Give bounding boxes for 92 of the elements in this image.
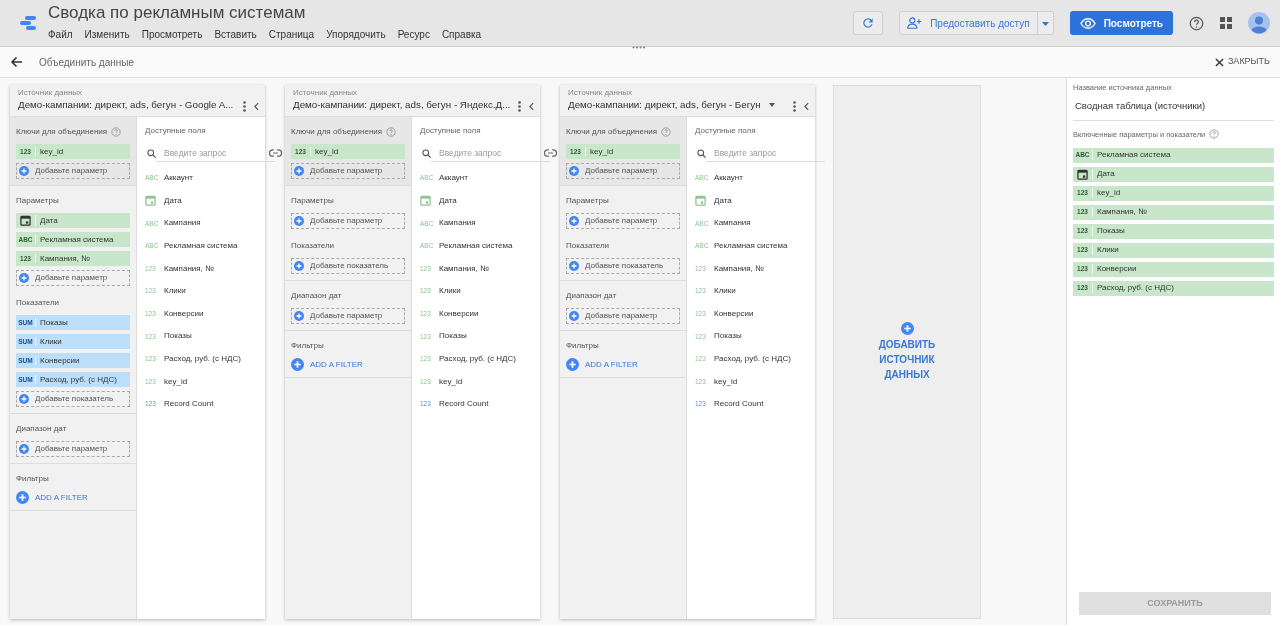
add-filter-button[interactable]: ADD A FILTER: [16, 491, 88, 504]
source-label: Источник данных: [293, 89, 359, 98]
section-title: Фильтры: [291, 340, 324, 352]
section-title: Диапазон дат: [16, 423, 67, 435]
menu-item[interactable]: Страница: [268, 26, 315, 42]
section-title: Фильтры: [566, 340, 599, 352]
field-name[interactable]: Кампания, №: [439, 262, 489, 275]
section-title: Показатели: [16, 297, 60, 309]
share-button[interactable]: Предоставить доступ: [899, 11, 1038, 35]
add-field-button[interactable]: Добавьте параметр: [291, 213, 405, 229]
add-field-button[interactable]: Добавьте параметр: [566, 308, 680, 324]
add-field-button[interactable]: Добавьте параметр: [291, 308, 405, 324]
add-field-button[interactable]: Добавьте параметр: [16, 270, 130, 286]
section-title: Ключи для объединения: [566, 126, 658, 138]
field-name[interactable]: Показы: [164, 330, 192, 343]
field-name[interactable]: Кампания: [164, 217, 201, 230]
add-filter-button[interactable]: ADD A FILTER: [291, 358, 363, 371]
section-title: Показатели: [291, 240, 335, 252]
section-title: Параметры: [16, 195, 59, 207]
add-filter-button[interactable]: ADD A FILTER: [566, 358, 638, 371]
menu-item[interactable]: Ресурс: [397, 26, 430, 42]
field-name[interactable]: Кампания, №: [164, 262, 214, 275]
view-button[interactable]: Посмотреть: [1069, 11, 1173, 35]
field-name[interactable]: Аккаунт: [439, 172, 468, 185]
menu-item[interactable]: Изменить: [84, 26, 130, 42]
section-title: Доступные поля: [420, 125, 482, 137]
field-name[interactable]: key_id: [439, 375, 463, 388]
section-title: Параметры: [291, 195, 334, 207]
field-name[interactable]: Показы: [439, 330, 467, 343]
field-name[interactable]: Кампания, №: [714, 262, 764, 275]
field-name[interactable]: Конверсии: [164, 307, 204, 320]
field-name[interactable]: Дата: [714, 194, 732, 207]
add-field-button[interactable]: Добавьте параметр: [566, 163, 680, 179]
field-name[interactable]: Аккаунт: [714, 172, 743, 185]
field-name[interactable]: Показы: [714, 330, 742, 343]
field-name[interactable]: Рекламная система: [714, 240, 788, 253]
field-name[interactable]: Конверсии: [714, 307, 754, 320]
section-title: Фильтры: [16, 473, 49, 485]
search-field[interactable]: Введите запрос: [706, 145, 825, 162]
field-name[interactable]: Record Count: [714, 398, 764, 411]
field-name[interactable]: Дата: [164, 194, 182, 207]
field-name[interactable]: Конверсии: [439, 307, 479, 320]
source-label: Источник данных: [18, 89, 84, 98]
close-button[interactable]: ЗАКРЫТЬ: [1214, 55, 1270, 69]
field-name[interactable]: Рекламная система: [164, 240, 238, 253]
add-field-button[interactable]: Добавьте параметр: [16, 441, 130, 457]
section-title: Диапазон дат: [566, 290, 617, 302]
section-title: Доступные поля: [145, 125, 207, 137]
field-chip[interactable]: Дата: [1073, 166, 1274, 182]
field-name[interactable]: Расход, руб. (с НДС): [714, 353, 791, 366]
field-chip[interactable]: Дата: [16, 213, 130, 228]
field-name[interactable]: key_id: [714, 375, 738, 388]
field-name[interactable]: Аккаунт: [164, 172, 193, 185]
field-name[interactable]: Клики: [439, 285, 461, 298]
name-field[interactable]: Сводная таблица (источники): [1073, 93, 1274, 121]
menu-item[interactable]: Файл: [48, 26, 73, 42]
add-field-button[interactable]: Добавьте показатель: [16, 391, 130, 407]
add-field-button[interactable]: Добавьте параметр: [16, 163, 130, 179]
field-name[interactable]: Клики: [714, 285, 736, 298]
section-title: Ключи для объединения: [16, 126, 108, 138]
field-name[interactable]: Расход, руб. (с НДС): [164, 353, 241, 366]
section-title: Параметры: [566, 195, 609, 207]
page-title: Объединить данные: [39, 55, 135, 70]
field-name[interactable]: Рекламная система: [439, 240, 513, 253]
add-field-button[interactable]: Добавьте параметр: [291, 163, 405, 179]
source-name[interactable]: Демо-кампании: директ, ads, бегун - Бегун: [568, 97, 761, 113]
search-field[interactable]: Введите запрос: [156, 145, 275, 162]
search-field[interactable]: Введите запрос: [431, 145, 550, 162]
field-name[interactable]: Клики: [164, 285, 186, 298]
field-name[interactable]: Кампания: [439, 217, 476, 230]
add-field-button[interactable]: Добавьте параметр: [566, 213, 680, 229]
field-name[interactable]: key_id: [164, 375, 188, 388]
source-label: Источник данных: [568, 89, 634, 98]
add-field-button[interactable]: Добавьте показатель: [566, 258, 680, 274]
menu-item[interactable]: Просмотреть: [141, 26, 203, 42]
field-name[interactable]: Record Count: [439, 398, 489, 411]
menu-item[interactable]: Справка: [441, 26, 482, 42]
source-name[interactable]: Демо-кампании: директ, ads, бегун - Google A...: [18, 97, 234, 113]
document-title: Сводка по рекламным системам: [48, 4, 307, 23]
section-title: Ключи для объединения: [291, 126, 383, 138]
section-title: Доступные поля: [695, 125, 757, 137]
add-source-button[interactable]: ДОБАВИТЬ ИСТОЧНИК ДАННЫХ: [833, 85, 981, 619]
add-field-button[interactable]: Добавьте показатель: [291, 258, 405, 274]
field-name[interactable]: Кампания: [714, 217, 751, 230]
field-name[interactable]: Record Count: [164, 398, 214, 411]
field-name[interactable]: Расход, руб. (с НДС): [439, 353, 516, 366]
menu-item[interactable]: Вставить: [214, 26, 257, 42]
section-title: Показатели: [566, 240, 610, 252]
field-name[interactable]: Дата: [439, 194, 457, 207]
section-title: Диапазон дат: [291, 290, 342, 302]
source-name[interactable]: Демо-кампании: директ, ads, бегун - Яндекс.Д...: [293, 97, 511, 113]
menu-item[interactable]: Упорядочить: [326, 26, 386, 42]
